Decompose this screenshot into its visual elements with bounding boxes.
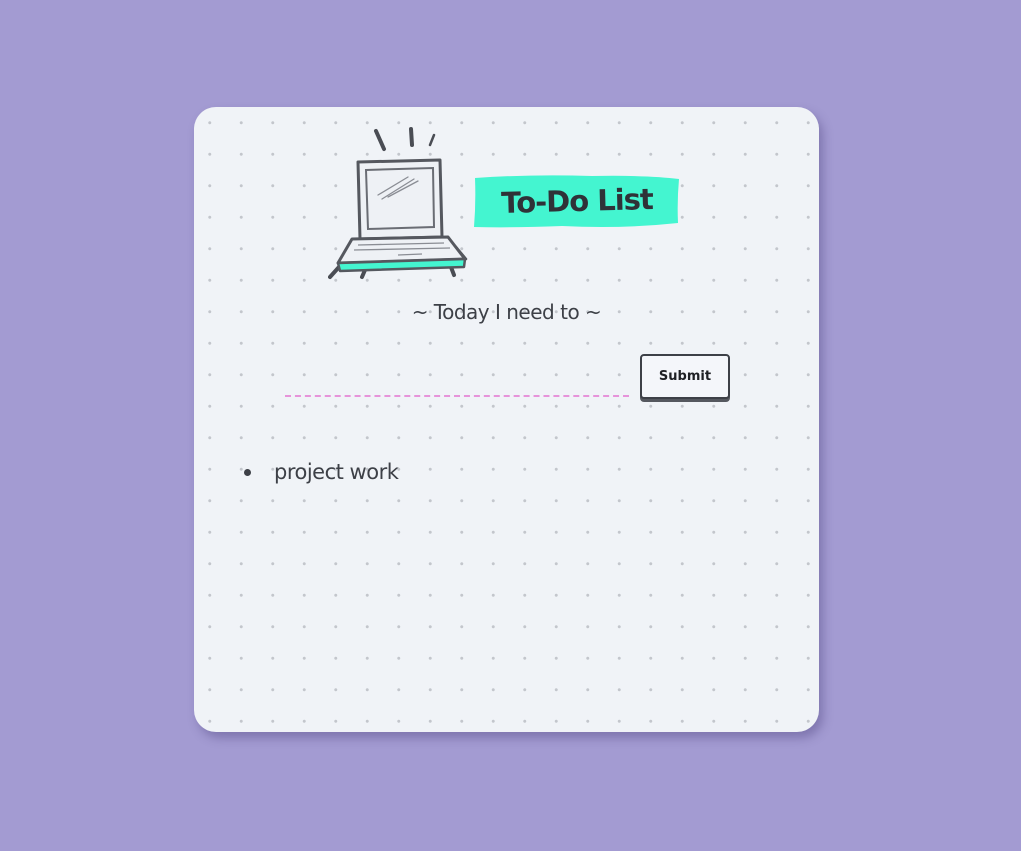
subtitle: ~ Today I need to ~	[411, 300, 602, 324]
laptop-icon	[328, 127, 468, 279]
page-title: To-Do List	[500, 182, 654, 220]
todo-text: project work	[274, 460, 399, 484]
submit-button[interactable]: Submit	[640, 354, 730, 399]
task-input[interactable]	[285, 369, 629, 397]
todo-card: To-Do List ~ Today I need to ~ Submit pr…	[194, 107, 819, 732]
todo-list: project work	[240, 452, 399, 492]
title-banner: To-Do List	[472, 173, 682, 229]
list-item[interactable]: project work	[240, 452, 399, 492]
bullet-icon	[244, 469, 251, 476]
